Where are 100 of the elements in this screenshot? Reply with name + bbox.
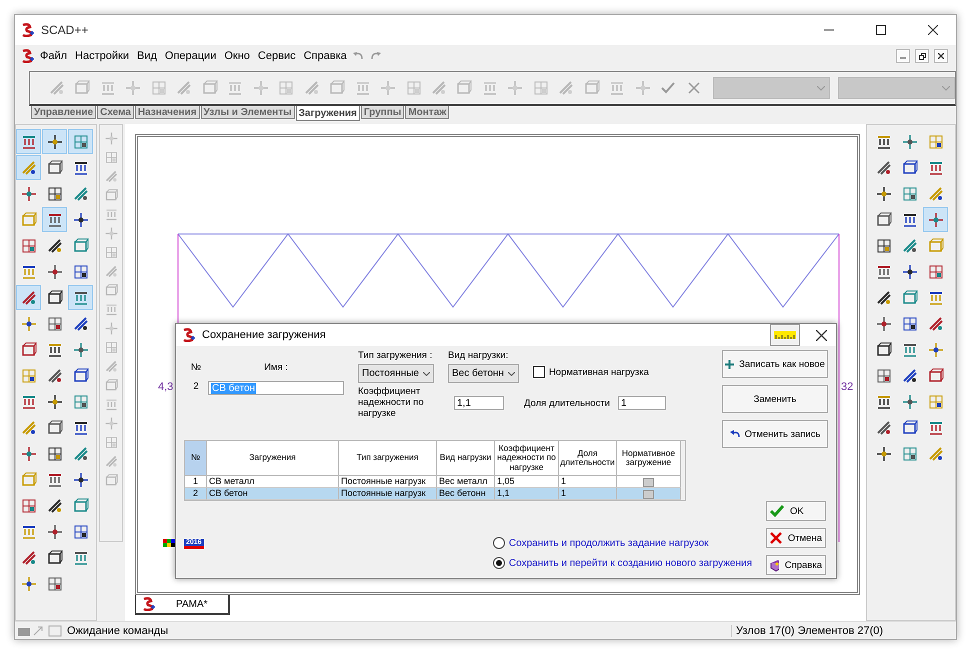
chevron-icon (816, 86, 825, 90)
checkmark-icon (770, 505, 784, 517)
chevron-icon (423, 372, 430, 376)
dialog-button[interactable]: Заменить (722, 385, 828, 413)
mdi-restore-button[interactable] (915, 49, 929, 63)
dialog-button[interactable]: Отмена (766, 528, 826, 548)
tab[interactable]: Группы (360, 106, 404, 119)
status-message: Ожидание команды (67, 624, 168, 636)
checkbox-label: Нормативная нагрузка (548, 366, 649, 378)
tool-icon (557, 79, 576, 97)
tool-icon (302, 79, 321, 97)
load-type-dropdown[interactable]: Постоянные (358, 364, 434, 383)
table-cell: 1 (559, 488, 617, 500)
checkbox[interactable] (532, 366, 545, 378)
tool-icon (72, 262, 90, 280)
tool-icon (72, 392, 90, 410)
menu-item[interactable]: Файл (37, 48, 70, 64)
tool-icon (150, 79, 168, 97)
dialog-button[interactable]: Записать как новое (722, 350, 828, 378)
tool-icon (926, 210, 944, 228)
tab[interactable]: Загружения (296, 106, 360, 121)
tool-icon (46, 314, 64, 332)
tool-icon (926, 340, 944, 358)
tool-icon (926, 262, 944, 280)
checkbox[interactable] (643, 490, 654, 499)
table-cell: 1,1 (495, 488, 559, 500)
radio-button[interactable] (492, 557, 505, 569)
tool-icon (72, 366, 90, 384)
tool-icon (46, 132, 64, 150)
menu-item[interactable]: Окно (221, 48, 253, 64)
dialog-button[interactable]: Отменить запись (722, 420, 828, 448)
tool-icon (46, 418, 64, 436)
field-label: Вид нагрузки: (448, 350, 510, 361)
dialog-button[interactable]: OK (766, 501, 826, 521)
tab[interactable]: Монтаж (405, 106, 450, 119)
tool-icon (874, 184, 892, 202)
tab[interactable]: Схема (97, 106, 134, 119)
table-cell: 1 (185, 476, 207, 488)
tool-icon (874, 366, 892, 384)
table-cell: Вес металл (437, 476, 495, 488)
tool-button[interactable] (42, 207, 67, 232)
menu-item[interactable]: Настройки (72, 48, 132, 64)
radio-option[interactable]: Сохранить и продолжить задание нагрузок (492, 537, 752, 549)
table-cell: 2 (185, 488, 207, 500)
table-row[interactable]: 2 СВ бетон Постоянные нагрузк Вес бетонн 1,1 1 (185, 488, 685, 500)
menu-item[interactable]: Операции (162, 48, 220, 64)
document-tab[interactable]: РАМА* (135, 595, 230, 615)
tool-icon (926, 132, 944, 150)
tool-icon (900, 184, 918, 202)
tool-icon (20, 496, 38, 514)
tab[interactable]: Узлы и Элементы (200, 106, 295, 119)
tool-icon (104, 302, 118, 316)
tool-button[interactable] (42, 129, 67, 154)
tool-icon (20, 210, 38, 228)
tool-icon (20, 158, 38, 176)
tool-icon (72, 444, 90, 462)
tool-icon (900, 236, 918, 254)
field-label: № (190, 362, 202, 373)
factor-input[interactable]: 1,1 (454, 396, 504, 410)
tool-icon (20, 548, 38, 566)
chevron-icon (508, 372, 515, 376)
restore-icon (918, 52, 926, 60)
tab[interactable]: Управление (31, 106, 96, 119)
menu-item[interactable]: Справка (300, 48, 350, 64)
table-row[interactable]: 1 СВ металл Постоянные нагрузк Вес металл 1,05 1 (185, 476, 685, 488)
radio-button[interactable] (492, 537, 505, 549)
tool-icon (72, 132, 90, 150)
duration-input[interactable]: 1 (618, 396, 666, 410)
tool-icon (900, 444, 918, 462)
menu-item[interactable]: Вид (134, 48, 160, 64)
status-icons-drawing (17, 624, 63, 636)
tool-icon (48, 79, 66, 97)
number-value: 2 (192, 381, 200, 394)
mdi-close-button[interactable] (934, 49, 948, 63)
menu-item[interactable]: Сервис (254, 48, 299, 64)
tool-icon (72, 314, 90, 332)
tool-icon (104, 168, 118, 184)
tool-icon (874, 158, 892, 176)
tool-icon (926, 236, 944, 254)
tool-icon (104, 244, 118, 260)
tool-icon (404, 79, 423, 97)
checkmark-icon (661, 82, 676, 94)
tab[interactable]: Назначения (134, 106, 200, 119)
ruler-button[interactable] (770, 324, 800, 346)
cross-icon (770, 532, 782, 544)
column-header: Нормативное загружение (617, 441, 681, 476)
tool-icon (46, 548, 64, 566)
close-icon (928, 25, 938, 35)
mdi-minimize-button[interactable] (896, 49, 910, 63)
checkbox[interactable] (643, 478, 654, 487)
tool-icon (104, 282, 118, 298)
tool-icon (874, 340, 892, 358)
tool-icon (379, 79, 398, 97)
dialog-button[interactable]: Справка (766, 555, 826, 575)
tool-icon (200, 79, 219, 97)
radio-option[interactable]: Сохранить и перейти к созданию нового загружения (492, 557, 752, 569)
tool-button[interactable] (68, 285, 93, 310)
column-header: № (185, 441, 207, 476)
tool-button[interactable] (68, 129, 93, 154)
load-kind-dropdown[interactable]: Вес бетонн (448, 364, 519, 383)
